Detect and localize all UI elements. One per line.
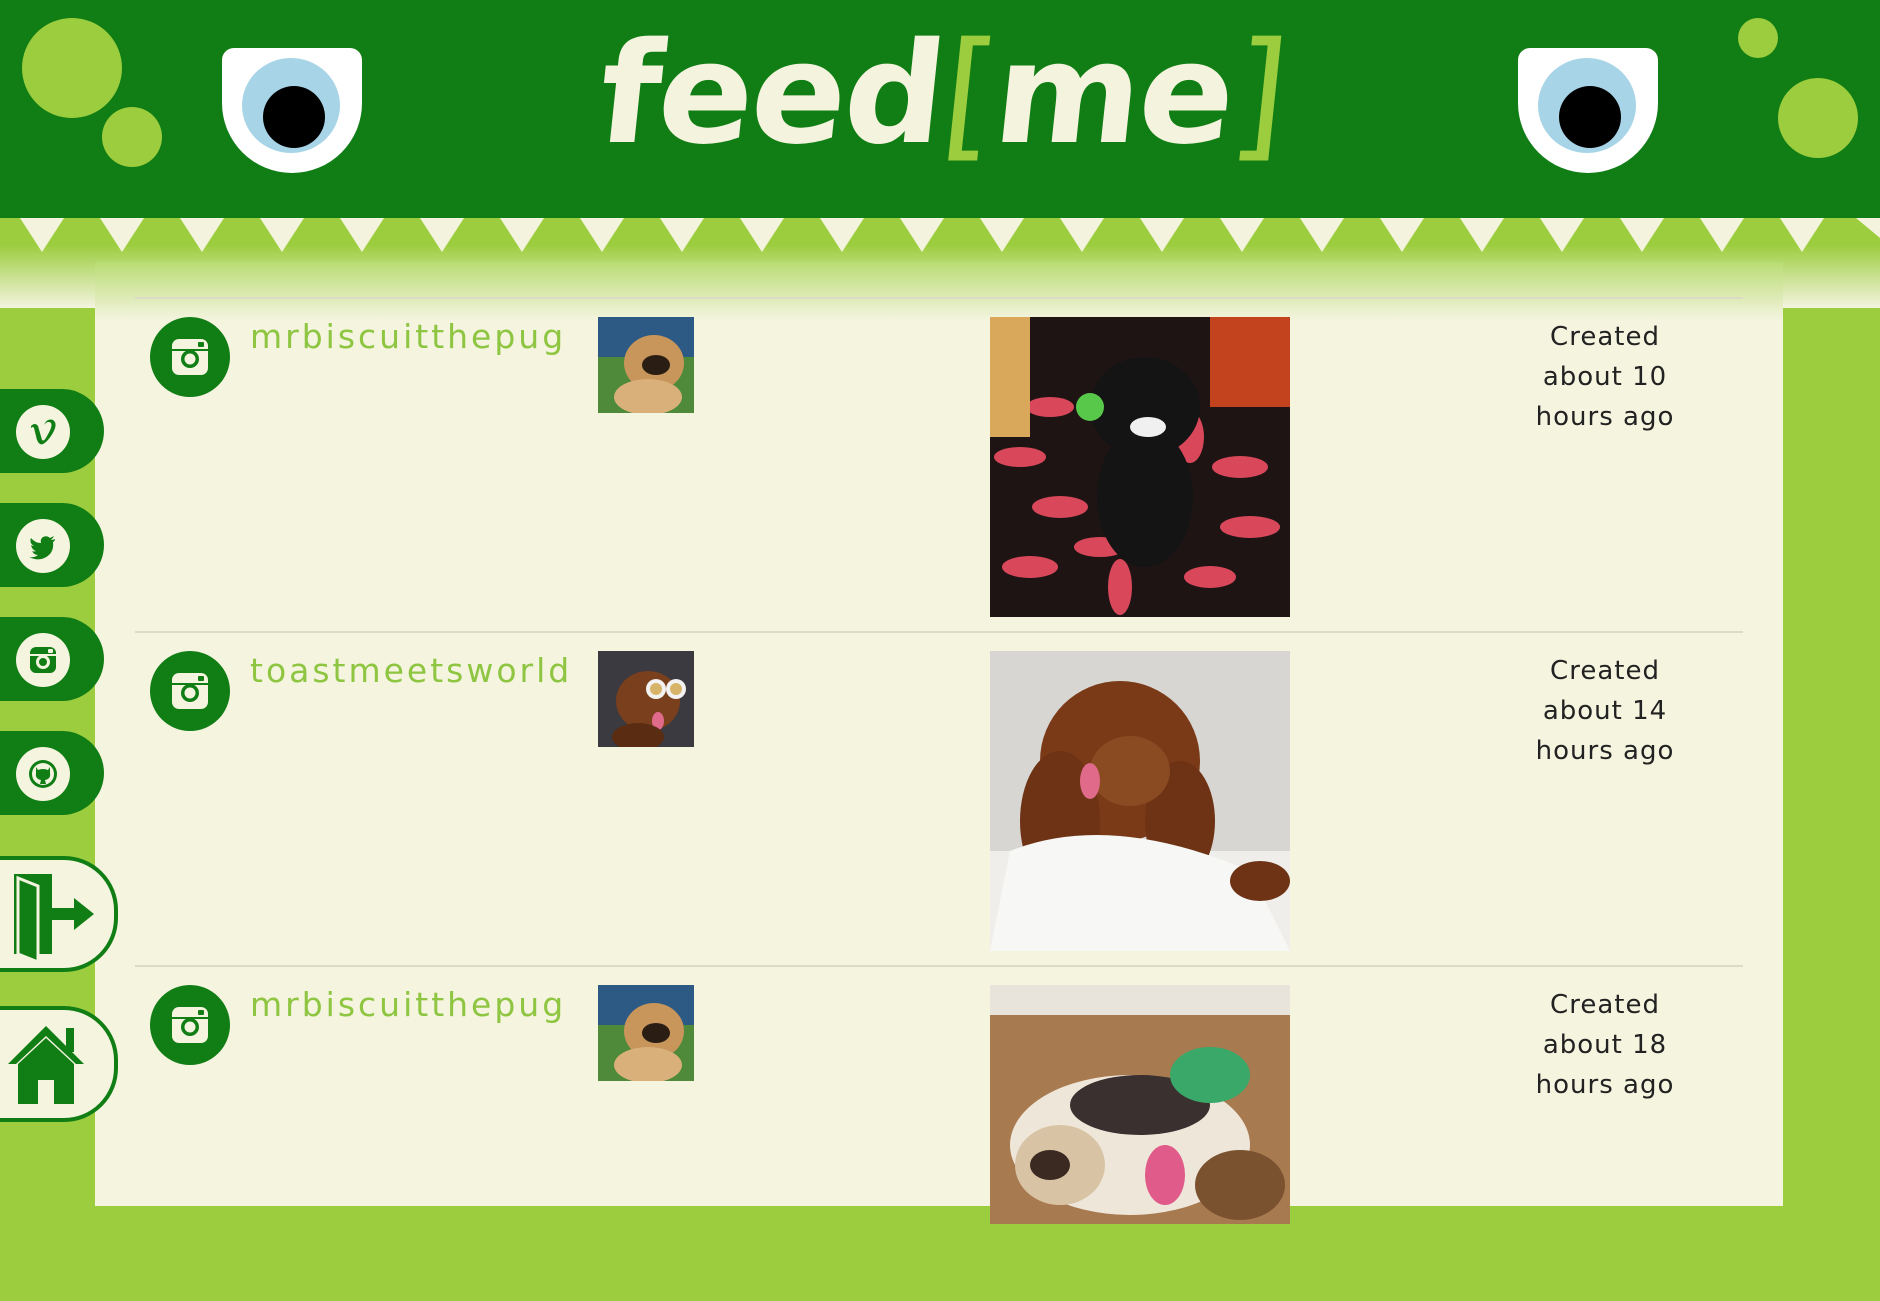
timestamp-line: about 18 (1542, 1030, 1668, 1060)
site-logo[interactable]: feed[me] (591, 13, 1293, 176)
decor-bubble (1778, 78, 1858, 158)
site-header: feed[me] (0, 0, 1880, 218)
post-photo[interactable] (990, 985, 1290, 1285)
timestamp-line: Created (1550, 322, 1660, 352)
post-timestamp: Created about 18 hours ago (1505, 985, 1705, 1105)
decor-bubble (22, 18, 122, 118)
user-avatar[interactable] (598, 317, 694, 413)
logo-text: feed (591, 13, 952, 176)
instagram-icon[interactable] (150, 651, 230, 731)
logout-button[interactable] (0, 856, 118, 972)
sidebar-item-vimeo[interactable] (0, 389, 104, 473)
post-timestamp: Created about 14 hours ago (1505, 651, 1705, 771)
logout-icon (14, 874, 94, 964)
post-timestamp: Created about 10 hours ago (1505, 317, 1705, 437)
feed-post: mrbiscuitthepug Created about 18 hours a… (135, 967, 1743, 1301)
post-username[interactable]: toastmeetsworld (250, 651, 569, 690)
feed-post: toastmeetsworld Created about 14 hours a… (135, 633, 1743, 967)
timestamp-line: about 14 (1542, 696, 1668, 726)
timestamp-line: hours ago (1535, 402, 1675, 432)
vimeo-icon (16, 405, 70, 459)
post-photo[interactable] (990, 317, 1290, 617)
home-button[interactable] (0, 1006, 118, 1122)
twitter-icon (16, 519, 70, 573)
instagram-icon (16, 633, 70, 687)
sidebar-item-github[interactable] (0, 731, 104, 815)
feed-post: mrbiscuitthepug Created about 10 hours a… (135, 299, 1743, 633)
post-username[interactable]: mrbiscuitthepug (250, 317, 563, 356)
user-avatar[interactable] (598, 651, 694, 747)
timestamp-line: Created (1550, 656, 1660, 686)
home-icon (8, 1026, 84, 1104)
timestamp-line: hours ago (1535, 1070, 1675, 1100)
zigzag-divider (20, 218, 1880, 252)
decor-bubble (102, 107, 162, 167)
sidebar-item-instagram[interactable] (0, 617, 104, 701)
timestamp-line: Created (1550, 990, 1660, 1020)
decor-bubble (1738, 18, 1778, 58)
logo-me: me (987, 13, 1242, 176)
instagram-icon[interactable] (150, 317, 230, 397)
timestamp-line: hours ago (1535, 736, 1675, 766)
left-eye-icon (222, 48, 362, 173)
user-avatar[interactable] (598, 985, 694, 1081)
right-eye-icon (1518, 48, 1658, 173)
sidebar-item-twitter[interactable] (0, 503, 104, 587)
post-photo[interactable] (990, 651, 1290, 951)
timestamp-line: about 10 (1542, 362, 1668, 392)
github-icon (16, 747, 70, 801)
post-username[interactable]: mrbiscuitthepug (250, 985, 563, 1024)
instagram-icon[interactable] (150, 985, 230, 1065)
